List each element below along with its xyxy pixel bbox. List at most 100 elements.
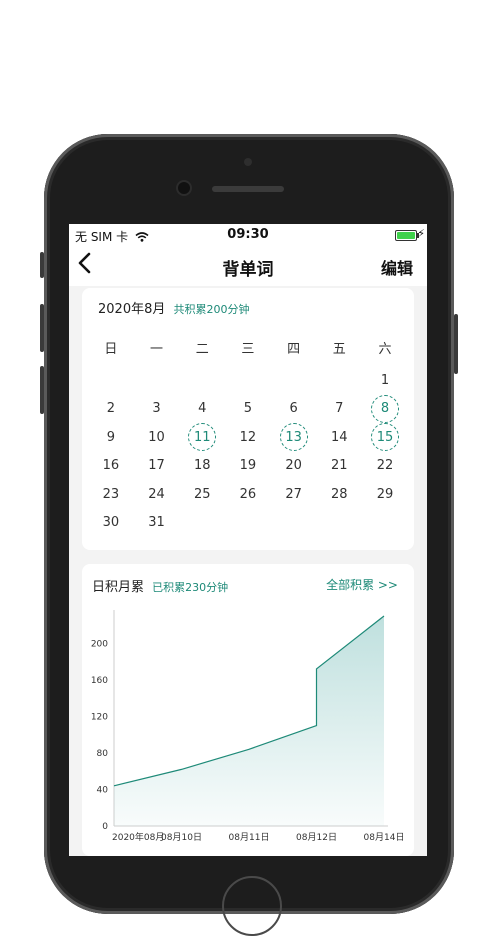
month-total-label: 共积累200分钟 bbox=[173, 303, 250, 316]
weekday-label: 六 bbox=[378, 342, 392, 357]
calendar-empty-cell bbox=[271, 509, 317, 538]
app-screen: 无 SIM 卡 09:30 ⚡ 背单词 编辑 2020年8月 共积累200分钟 … bbox=[69, 224, 427, 856]
calendar-day-marked[interactable]: 11 bbox=[179, 423, 225, 452]
calendar-grid: 1 2 3 4 5 6 7 8 9 10 11 12 13 14 15 16 17 18 19 20 21 22 23 24 2… bbox=[88, 366, 408, 537]
calendar-day-marked[interactable]: 8 bbox=[362, 394, 408, 424]
calendar-day[interactable]: 29 bbox=[362, 480, 408, 509]
calendar-day-number: 3 bbox=[152, 401, 161, 417]
calendar-day-number: 21 bbox=[331, 458, 348, 474]
calendar-day-number: 13 bbox=[279, 423, 308, 452]
home-button[interactable] bbox=[222, 876, 282, 936]
weekday-label: 一 bbox=[150, 342, 164, 357]
calendar-day-number: 19 bbox=[239, 458, 257, 474]
calendar-day[interactable]: 5 bbox=[225, 395, 271, 424]
calendar-day-number: 15 bbox=[370, 423, 399, 452]
calendar-day-number: 18 bbox=[193, 458, 211, 474]
x-tick-label: 08月11日 bbox=[229, 832, 270, 843]
calendar-day[interactable]: 25 bbox=[179, 480, 225, 509]
calendar-day[interactable]: 1 bbox=[362, 366, 408, 395]
calendar-day[interactable]: 20 bbox=[271, 452, 317, 481]
weekday-label: 三 bbox=[241, 342, 255, 357]
weekday-label: 二 bbox=[195, 342, 209, 357]
calendar-header: 2020年8月 共积累200分钟 bbox=[98, 298, 250, 317]
volume-down-button bbox=[40, 366, 44, 414]
calendar-empty-cell bbox=[316, 509, 362, 538]
calendar-day[interactable]: 22 bbox=[362, 452, 408, 481]
battery-icon bbox=[395, 230, 419, 241]
calendar-day[interactable]: 28 bbox=[316, 480, 362, 509]
weekday-row: 日一二三四五六 bbox=[88, 338, 408, 357]
chart-total-label: 已积累230分钟 bbox=[152, 581, 229, 594]
calendar-day-number: 23 bbox=[102, 486, 120, 502]
calendar-day-number: 22 bbox=[376, 458, 394, 474]
calendar-day-number: 24 bbox=[148, 486, 165, 502]
calendar-day-number: 8 bbox=[370, 394, 399, 423]
weekday-label: 日 bbox=[104, 342, 118, 357]
calendar-day[interactable]: 2 bbox=[88, 395, 134, 424]
calendar-day[interactable]: 14 bbox=[316, 423, 362, 452]
calendar-card: 2020年8月 共积累200分钟 日一二三四五六 1 2 3 4 5 6 7 8 9 10 11 12… bbox=[82, 288, 414, 550]
calendar-day-number: 14 bbox=[331, 429, 348, 445]
weekday-label: 四 bbox=[287, 342, 301, 357]
calendar-day[interactable]: 4 bbox=[179, 395, 225, 424]
navigation-bar: 背单词 编辑 bbox=[69, 246, 427, 286]
volume-up-button bbox=[40, 304, 44, 352]
calendar-day[interactable]: 3 bbox=[134, 395, 180, 424]
calendar-day[interactable]: 31 bbox=[134, 509, 180, 538]
x-tick-label: 08月10日 bbox=[161, 832, 202, 843]
calendar-day[interactable]: 27 bbox=[271, 480, 317, 509]
calendar-day[interactable]: 26 bbox=[225, 480, 271, 509]
page-title: 背单词 bbox=[222, 260, 274, 280]
power-button bbox=[454, 314, 458, 374]
view-all-link[interactable]: 全部积累 >> bbox=[326, 576, 398, 593]
proximity-sensor bbox=[244, 158, 252, 166]
calendar-day[interactable]: 9 bbox=[88, 423, 134, 452]
calendar-day-marked[interactable]: 15 bbox=[362, 423, 408, 452]
calendar-day[interactable]: 12 bbox=[225, 423, 271, 452]
month-label: 2020年8月 bbox=[98, 302, 166, 317]
calendar-day-number: 28 bbox=[331, 486, 348, 502]
earpiece-speaker bbox=[212, 186, 284, 192]
chart-header: 日积月累 已积累230分钟 bbox=[92, 576, 228, 595]
calendar-day-number: 27 bbox=[285, 486, 302, 502]
calendar-empty-cell bbox=[362, 509, 408, 538]
calendar-empty-cell bbox=[271, 366, 317, 395]
y-tick-label: 80 bbox=[97, 749, 109, 759]
calendar-day[interactable]: 18 bbox=[179, 452, 225, 481]
calendar-empty-cell bbox=[225, 366, 271, 395]
y-tick-label: 200 bbox=[91, 639, 108, 649]
edit-button[interactable]: 编辑 bbox=[381, 255, 413, 279]
calendar-day-number: 17 bbox=[148, 458, 165, 474]
calendar-empty-cell bbox=[225, 509, 271, 538]
calendar-day-number: 12 bbox=[239, 429, 257, 445]
calendar-day-marked[interactable]: 13 bbox=[271, 423, 317, 452]
calendar-day[interactable]: 21 bbox=[316, 452, 362, 481]
calendar-day-number: 2 bbox=[106, 401, 115, 417]
calendar-empty-cell bbox=[88, 366, 134, 395]
calendar-day[interactable]: 19 bbox=[225, 452, 271, 481]
calendar-day[interactable]: 30 bbox=[88, 509, 134, 538]
calendar-day-number: 16 bbox=[102, 458, 120, 474]
calendar-day[interactable]: 6 bbox=[271, 395, 317, 424]
calendar-day[interactable]: 23 bbox=[88, 480, 134, 509]
calendar-day[interactable]: 7 bbox=[316, 395, 362, 424]
charging-icon: ⚡ bbox=[417, 227, 425, 240]
front-camera bbox=[178, 182, 190, 194]
calendar-day[interactable]: 16 bbox=[88, 452, 134, 481]
accumulation-chart: 0 40 80 120 160 200 2020年08月08月10日 08月11日 08月12日… bbox=[91, 610, 404, 843]
calendar-day[interactable]: 17 bbox=[134, 452, 180, 481]
calendar-day-number: 6 bbox=[289, 401, 298, 417]
calendar-day-number: 30 bbox=[102, 515, 120, 531]
calendar-day-number: 10 bbox=[148, 429, 165, 445]
calendar-empty-cell bbox=[134, 366, 180, 395]
calendar-day-number: 25 bbox=[193, 486, 211, 502]
calendar-day-number: 4 bbox=[198, 401, 207, 417]
status-bar: 无 SIM 卡 09:30 ⚡ bbox=[69, 224, 427, 246]
x-tick-label: 2020年08月 bbox=[112, 831, 164, 843]
calendar-empty-cell bbox=[179, 509, 225, 538]
y-tick-label: 0 bbox=[102, 822, 108, 832]
calendar-day[interactable]: 24 bbox=[134, 480, 180, 509]
calendar-empty-cell bbox=[179, 366, 225, 395]
calendar-day[interactable]: 10 bbox=[134, 423, 180, 452]
mute-switch bbox=[40, 252, 44, 278]
